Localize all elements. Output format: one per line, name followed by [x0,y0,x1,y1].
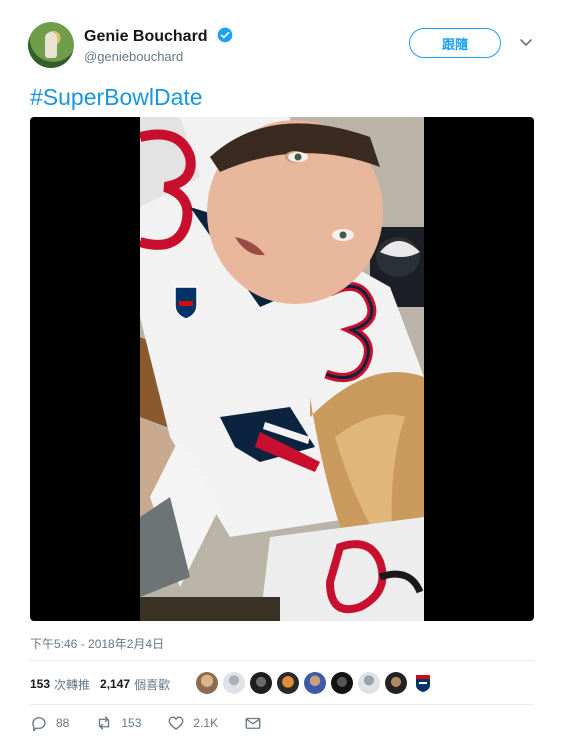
like-button[interactable]: 2.1K [167,714,218,732]
tweet-hashtag-link[interactable]: #SuperBowlDate [30,84,203,111]
user-avatar[interactable] [28,22,74,68]
divider [30,660,534,661]
like-count: 2.1K [193,716,219,730]
likes-count[interactable]: 2,147 [100,677,130,691]
retweet-icon [99,716,110,730]
liker-avatar[interactable] [277,672,299,694]
retweet-count: 153 [121,716,142,730]
liker-avatars [196,672,439,694]
display-name[interactable]: Genie Bouchard [84,27,208,47]
user-name-block[interactable]: Genie Bouchard @geniebouchard [84,27,233,64]
retweet-button[interactable]: 153 [95,714,141,732]
liker-avatar[interactable] [196,672,218,694]
video-frame [140,117,424,621]
tweet-actions: 88 153 2.1K [30,714,296,732]
liker-avatar[interactable] [358,672,380,694]
nfl-avatar[interactable] [412,672,434,694]
tweet-timestamp[interactable]: 下午5:46 - 2018年2月4日 [30,635,164,652]
liker-avatar[interactable] [223,672,245,694]
retweets-count[interactable]: 153 [30,677,50,691]
avatar-figure [45,32,57,58]
divider [30,704,534,705]
tweet-stats: 153 次轉推 2,147 個喜歡 [30,672,180,696]
likes-label[interactable]: 個喜歡 [134,676,170,693]
reply-count: 88 [56,716,70,730]
liker-avatar[interactable] [385,672,407,694]
verified-badge-icon [217,27,233,43]
envelope-icon [245,717,261,729]
chevron-down-icon[interactable] [518,34,534,50]
tweet-video-player[interactable] [30,117,534,621]
follow-button[interactable]: 跟隨 [409,28,501,58]
retweets-label[interactable]: 次轉推 [54,676,90,693]
reply-icon [32,717,46,732]
liker-avatar[interactable] [331,672,353,694]
liker-avatar[interactable] [250,672,272,694]
heart-icon [169,716,184,730]
video-still-image [140,117,424,621]
tweet-header: Genie Bouchard @geniebouchard 跟隨 [28,22,548,72]
liker-avatar[interactable] [304,672,326,694]
user-handle[interactable]: @geniebouchard [84,49,233,64]
reply-button[interactable]: 88 [30,714,69,732]
nfl-shield-icon [416,675,430,692]
direct-message-button[interactable] [244,714,270,732]
